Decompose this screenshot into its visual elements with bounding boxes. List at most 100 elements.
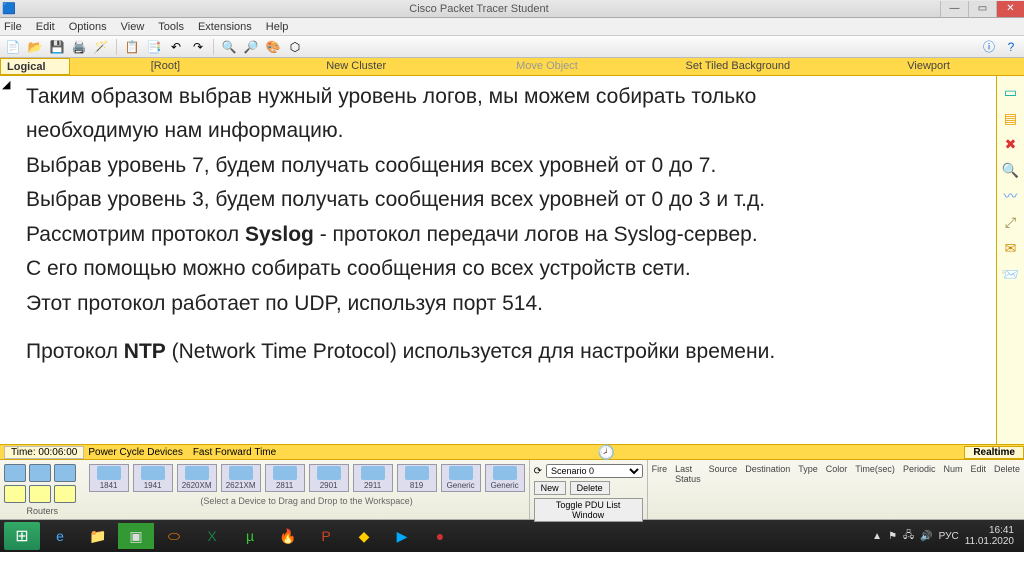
- device-model[interactable]: 2901: [309, 464, 349, 492]
- device-model[interactable]: 1941: [133, 464, 173, 492]
- device-model[interactable]: 819: [397, 464, 437, 492]
- tray-clock[interactable]: 16:41 11.01.2020: [965, 525, 1014, 547]
- device-model[interactable]: Generic: [485, 464, 525, 492]
- pdu-header: Source: [709, 464, 738, 484]
- scenario-new-button[interactable]: New: [534, 481, 566, 495]
- tray-lang[interactable]: РУС: [939, 531, 959, 542]
- menu-view[interactable]: View: [121, 21, 145, 33]
- task-item[interactable]: ⬭: [156, 523, 192, 549]
- nav-root[interactable]: [Root]: [70, 58, 261, 75]
- device-model[interactable]: Generic: [441, 464, 481, 492]
- device-model[interactable]: 2911: [353, 464, 393, 492]
- pdu-header: Num: [943, 464, 962, 484]
- task-explorer-icon[interactable]: 📁: [80, 523, 116, 549]
- menubar: File Edit Options View Tools Extensions …: [0, 18, 1024, 36]
- info-icon[interactable]: ⓘ: [980, 38, 998, 56]
- note-tool-icon[interactable]: ▤: [1001, 108, 1021, 128]
- task-item[interactable]: 🔥: [270, 523, 306, 549]
- scenario-panel: ⟳ Scenario 0 New Delete Toggle PDU List …: [529, 460, 647, 519]
- power-cycle-button[interactable]: Power Cycle Devices: [88, 447, 182, 458]
- maximize-button[interactable]: ▭: [968, 1, 996, 17]
- category-label: Routers: [4, 506, 81, 516]
- menu-edit[interactable]: Edit: [36, 21, 55, 33]
- category-icon[interactable]: [4, 485, 26, 503]
- task-item[interactable]: ◆: [346, 523, 382, 549]
- toolbar-separator: [213, 39, 214, 55]
- undo-icon[interactable]: ↶: [167, 38, 185, 56]
- print-icon[interactable]: 🖨️: [70, 38, 88, 56]
- window-titlebar: 🟦 Cisco Packet Tracer Student — ▭ ✕: [0, 0, 1024, 18]
- clock-icon[interactable]: 🕗: [598, 444, 615, 461]
- device-panel: Routers 184119412620XM2621XM281129012911…: [0, 460, 1024, 520]
- main-toolbar: 📄 📂 💾 🖨️ 🪄 📋 📑 ↶ ↷ 🔍 🔎 🎨 ⬡ ⓘ ?: [0, 36, 1024, 58]
- fast-forward-button[interactable]: Fast Forward Time: [193, 447, 276, 458]
- zoom-out-icon[interactable]: 🔎: [242, 38, 260, 56]
- category-icon[interactable]: [4, 464, 26, 482]
- system-tray: ▲ ⚑ 🖧 🔊 РУС 16:41 11.01.2020: [872, 525, 1020, 547]
- device-model[interactable]: 2621XM: [221, 464, 261, 492]
- shapes-icon[interactable]: ⬡: [286, 38, 304, 56]
- tray-up-icon[interactable]: ▲: [872, 531, 882, 542]
- simple-pdu-icon[interactable]: ✉: [1001, 238, 1021, 258]
- copy-icon[interactable]: 📋: [123, 38, 141, 56]
- tray-network-icon[interactable]: 🖧: [903, 528, 914, 545]
- nav-move-object[interactable]: Move Object: [452, 58, 643, 75]
- resize-tool-icon[interactable]: ⤢: [1001, 212, 1021, 232]
- help-icon[interactable]: ?: [1002, 38, 1020, 56]
- task-powerpoint-icon[interactable]: P: [308, 523, 344, 549]
- tray-volume-icon[interactable]: 🔊: [920, 531, 932, 542]
- delete-tool-icon[interactable]: ✖: [1001, 134, 1021, 154]
- pdu-header: Fire: [652, 464, 668, 484]
- nav-set-tiled-bg[interactable]: Set Tiled Background: [642, 58, 833, 75]
- task-item[interactable]: ▶: [384, 523, 420, 549]
- workspace-canvas[interactable]: Таким образом выбрав нужный уровень лого…: [18, 76, 996, 444]
- draw-tool-icon[interactable]: 〰: [1001, 186, 1021, 206]
- select-tool-icon[interactable]: ▭: [1001, 82, 1021, 102]
- logical-tab[interactable]: Logical: [0, 58, 70, 75]
- menu-help[interactable]: Help: [266, 21, 289, 33]
- device-model[interactable]: 2811: [265, 464, 305, 492]
- pdu-header: Edit: [970, 464, 986, 484]
- category-icon[interactable]: [29, 464, 51, 482]
- windows-taskbar: ⊞ e 📁 ▣ ⬭ X µ 🔥 P ◆ ▶ ● ▲ ⚑ 🖧 🔊 РУС 16:4…: [0, 520, 1024, 552]
- category-icon[interactable]: [54, 464, 76, 482]
- start-button[interactable]: ⊞: [4, 522, 40, 550]
- task-excel-icon[interactable]: X: [194, 523, 230, 549]
- complex-pdu-icon[interactable]: 📨: [1001, 264, 1021, 284]
- pdu-header: Delete: [994, 464, 1020, 484]
- new-file-icon[interactable]: 📄: [4, 38, 22, 56]
- scenario-select[interactable]: Scenario 0: [546, 464, 643, 478]
- tray-flag-icon[interactable]: ⚑: [888, 531, 897, 542]
- toggle-pdu-button[interactable]: Toggle PDU List Window: [534, 498, 643, 522]
- nav-handle-icon[interactable]: ◢: [2, 78, 16, 92]
- task-item[interactable]: ▣: [118, 523, 154, 549]
- redo-icon[interactable]: ↷: [189, 38, 207, 56]
- zoom-in-icon[interactable]: 🔍: [220, 38, 238, 56]
- inspect-tool-icon[interactable]: 🔍: [1001, 160, 1021, 180]
- window-title: Cisco Packet Tracer Student: [18, 3, 940, 15]
- right-tool-strip: ▭ ▤ ✖ 🔍 〰 ⤢ ✉ 📨: [996, 76, 1024, 444]
- category-icon[interactable]: [54, 485, 76, 503]
- device-model[interactable]: 2620XM: [177, 464, 217, 492]
- close-button[interactable]: ✕: [996, 1, 1024, 17]
- task-item[interactable]: ●: [422, 523, 458, 549]
- paste-icon[interactable]: 📑: [145, 38, 163, 56]
- menu-tools[interactable]: Tools: [158, 21, 184, 33]
- wizard-icon[interactable]: 🪄: [92, 38, 110, 56]
- save-icon[interactable]: 💾: [48, 38, 66, 56]
- open-file-icon[interactable]: 📂: [26, 38, 44, 56]
- cycle-icon[interactable]: ⟳: [534, 466, 542, 477]
- scenario-delete-button[interactable]: Delete: [570, 481, 610, 495]
- nav-viewport[interactable]: Viewport: [833, 58, 1024, 75]
- menu-file[interactable]: File: [4, 21, 22, 33]
- menu-options[interactable]: Options: [69, 21, 107, 33]
- task-ie-icon[interactable]: e: [42, 523, 78, 549]
- realtime-tab[interactable]: Realtime: [964, 446, 1024, 459]
- device-model[interactable]: 1841: [89, 464, 129, 492]
- minimize-button[interactable]: —: [940, 1, 968, 17]
- category-icon[interactable]: [29, 485, 51, 503]
- nav-new-cluster[interactable]: New Cluster: [261, 58, 452, 75]
- palette-icon[interactable]: 🎨: [264, 38, 282, 56]
- task-item[interactable]: µ: [232, 523, 268, 549]
- menu-extensions[interactable]: Extensions: [198, 21, 252, 33]
